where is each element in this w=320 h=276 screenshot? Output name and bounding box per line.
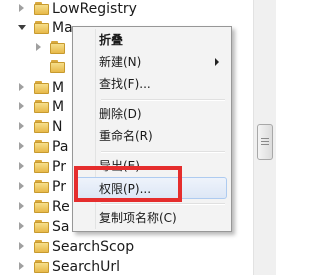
- menu-item-label: 重命名(R): [99, 129, 153, 143]
- folder-icon: [34, 200, 50, 213]
- menu-item-label: 复制项名称(C): [99, 211, 177, 225]
- folder-icon: [34, 180, 50, 193]
- tree-row-lowregistry[interactable]: LowRegistry: [0, 0, 254, 18]
- menu-item-label: 删除(D): [99, 107, 142, 121]
- folder-icon: [34, 100, 50, 113]
- tree-row-searchurl[interactable]: SearchUrl: [0, 258, 254, 276]
- grip-line: [261, 138, 269, 139]
- menu-item-delete[interactable]: 删除(D): [75, 103, 227, 125]
- tree-row-label: Pa: [52, 139, 69, 155]
- menu-item-new[interactable]: 新建(N): [75, 51, 227, 73]
- tree-row-label: Pr: [52, 159, 66, 175]
- tree-row-label: LowRegistry: [52, 1, 137, 17]
- tree-row-label: Ma: [52, 20, 73, 36]
- tree-row-label: Sa: [52, 219, 70, 235]
- menu-separator: [101, 203, 225, 205]
- menu-item-collapse[interactable]: 折叠: [75, 29, 227, 51]
- folder-icon: [34, 120, 50, 133]
- submenu-arrow-icon: [215, 58, 219, 66]
- tree-row-label: SearchScop: [52, 239, 135, 255]
- menu-item-label: 折叠: [99, 33, 124, 47]
- grip-line: [261, 144, 269, 145]
- folder-icon: [34, 220, 50, 233]
- folder-icon: [34, 160, 50, 173]
- expand-arrow-icon[interactable]: [19, 102, 24, 110]
- red-highlight-box: [74, 166, 182, 202]
- menu-separator: [101, 99, 225, 101]
- tree-row-label: Re: [52, 199, 70, 215]
- tree-row-label: SearchUrl: [52, 259, 120, 275]
- expand-arrow-icon[interactable]: [19, 122, 24, 130]
- menu-item-label: 查找(F)...: [99, 77, 151, 91]
- expand-arrow-icon[interactable]: [19, 242, 24, 250]
- menu-separator: [101, 151, 225, 153]
- expand-arrow-icon[interactable]: [19, 162, 24, 170]
- folder-icon: [34, 260, 50, 273]
- menu-item-label: 新建(N): [99, 55, 142, 69]
- expand-arrow-icon[interactable]: [36, 43, 41, 51]
- expand-arrow-icon[interactable]: [19, 262, 24, 270]
- folder-icon: [34, 2, 50, 15]
- expand-arrow-icon[interactable]: [19, 202, 24, 210]
- scrollbar-thumb[interactable]: [257, 124, 273, 160]
- folder-icon: [34, 21, 50, 34]
- menu-item-copy-key-name[interactable]: 复制项名称(C): [75, 207, 227, 229]
- tree-row-label: Pr: [52, 179, 66, 195]
- folder-icon: [34, 81, 50, 94]
- tree-row-searchscopes[interactable]: SearchScop: [0, 238, 254, 256]
- folder-icon: [50, 41, 66, 54]
- menu-item-rename[interactable]: 重命名(R): [75, 125, 227, 147]
- collapse-arrow-icon[interactable]: [18, 25, 26, 30]
- vertical-scrollbar[interactable]: [253, 0, 276, 275]
- expand-arrow-icon[interactable]: [19, 142, 24, 150]
- tree-row-label: N: [52, 119, 63, 135]
- expand-arrow-icon[interactable]: [19, 83, 24, 91]
- menu-item-find[interactable]: 查找(F)...: [75, 73, 227, 95]
- expand-arrow-icon[interactable]: [19, 222, 24, 230]
- grip-line: [261, 141, 269, 142]
- tree-row-label: M: [52, 80, 65, 96]
- folder-icon: [34, 240, 50, 253]
- folder-icon: [34, 140, 50, 153]
- folder-icon: [50, 60, 66, 73]
- expand-arrow-icon[interactable]: [19, 182, 24, 190]
- expand-arrow-icon[interactable]: [19, 4, 24, 12]
- tree-row-label: M: [52, 99, 65, 115]
